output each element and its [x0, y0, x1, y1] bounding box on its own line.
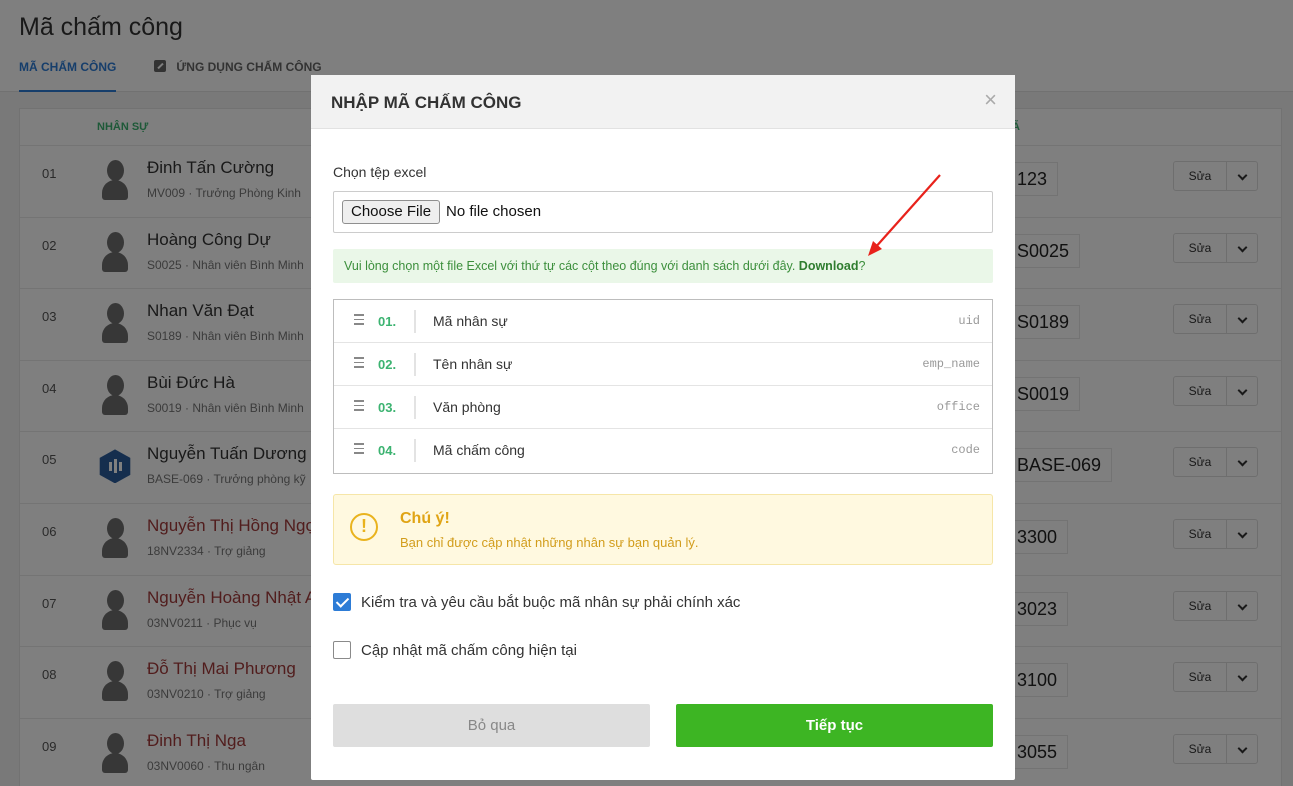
update-current-code-checkbox[interactable]	[333, 641, 351, 659]
hint-text: Vui lòng chọn một file Excel với thứ tự …	[344, 259, 799, 273]
dialog-title: NHẬP MÃ CHẤM CÔNG	[331, 93, 522, 112]
update-current-code-label[interactable]: Cập nhật mã chấm công hiện tại	[361, 642, 577, 659]
warning-icon: !	[350, 513, 378, 541]
column-name: Mã chấm công	[433, 442, 525, 458]
import-code-dialog: NHẬP MÃ CHẤM CÔNG × Chọn tệp excel Choos…	[311, 75, 1015, 780]
list-item[interactable]: 03. Văn phòng office	[334, 386, 992, 429]
file-field-label: Chọn tệp excel	[333, 164, 427, 180]
divider	[414, 353, 416, 376]
list-item[interactable]: 04. Mã chấm công code	[334, 429, 992, 472]
column-key: uid	[958, 314, 980, 328]
column-name: Văn phòng	[433, 399, 501, 415]
column-key: code	[951, 443, 980, 457]
divider	[414, 310, 416, 333]
column-number: 04.	[378, 443, 397, 458]
column-number: 02.	[378, 357, 397, 372]
notice-title: Chú ý!	[400, 510, 450, 527]
validate-staff-code-label[interactable]: Kiểm tra và yêu cầu bắt buộc mã nhân sự …	[361, 594, 740, 611]
notice-text: Bạn chỉ được cập nhật những nhân sự bạn …	[400, 535, 699, 550]
validate-staff-code-checkbox[interactable]	[333, 593, 351, 611]
drag-handle-icon[interactable]	[354, 357, 364, 371]
choose-file-button[interactable]: Choose File	[342, 200, 441, 224]
drag-handle-icon[interactable]	[354, 443, 364, 457]
column-number: 03.	[378, 400, 397, 415]
divider	[414, 439, 416, 462]
close-icon[interactable]: ×	[984, 89, 997, 111]
file-status: No file chosen	[446, 203, 542, 220]
hint-end: ?	[858, 259, 866, 273]
warning-notice: ! Chú ý! Bạn chỉ được cập nhật những nhâ…	[333, 494, 993, 565]
column-order-list: 01. Mã nhân sự uid 02. Tên nhân sự emp_n…	[333, 299, 993, 474]
drag-handle-icon[interactable]	[354, 400, 364, 414]
skip-button[interactable]: Bỏ qua	[333, 704, 650, 747]
column-number: 01.	[378, 314, 397, 329]
divider	[414, 396, 416, 419]
annotation-arrow	[868, 174, 941, 256]
download-template-link[interactable]: Download	[799, 259, 859, 273]
continue-button[interactable]: Tiếp tục	[676, 704, 993, 747]
column-key: emp_name	[922, 357, 980, 371]
drag-handle-icon[interactable]	[354, 314, 364, 328]
dialog-header: NHẬP MÃ CHẤM CÔNG ×	[311, 75, 1015, 129]
list-item[interactable]: 02. Tên nhân sự emp_name	[334, 343, 992, 386]
column-key: office	[936, 400, 980, 414]
column-name: Mã nhân sự	[433, 313, 508, 329]
list-item[interactable]: 01. Mã nhân sự uid	[334, 300, 992, 343]
column-name: Tên nhân sự	[433, 356, 513, 372]
